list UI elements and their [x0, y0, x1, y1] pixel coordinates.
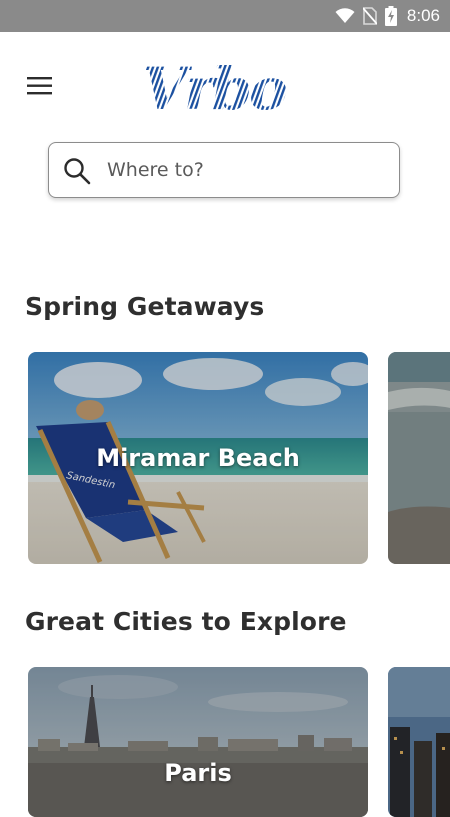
- destination-card-next[interactable]: [388, 352, 450, 564]
- destination-card-paris[interactable]: Paris: [28, 667, 368, 817]
- wifi-icon: [335, 8, 355, 24]
- section-title-great-cities: Great Cities to Explore: [25, 607, 347, 636]
- menu-button[interactable]: [22, 72, 58, 104]
- no-sim-icon: [362, 7, 377, 25]
- search-box[interactable]: [48, 142, 400, 198]
- card-label: Miramar Beach: [96, 444, 300, 472]
- status-bar: 8:06: [0, 0, 450, 32]
- card-label: Paris: [164, 759, 232, 787]
- status-time: 8:06: [406, 6, 440, 25]
- section-title-spring-getaways: Spring Getaways: [25, 292, 265, 321]
- search-input[interactable]: [107, 153, 387, 187]
- status-icons: 8:06: [335, 0, 440, 32]
- image-overlay: [388, 667, 450, 817]
- vrbo-logo: Vrbo Vrbo: [140, 60, 310, 116]
- destination-card-miramar-beach[interactable]: Sandestin Miramar Beach: [28, 352, 368, 564]
- hamburger-menu-icon: [27, 76, 53, 100]
- destination-card-next[interactable]: [388, 667, 450, 817]
- svg-text:Vrbo: Vrbo: [142, 60, 286, 116]
- image-overlay: [388, 352, 450, 564]
- search-icon: [63, 157, 91, 185]
- battery-charging-icon: [384, 6, 397, 26]
- image-overlay: [28, 667, 368, 817]
